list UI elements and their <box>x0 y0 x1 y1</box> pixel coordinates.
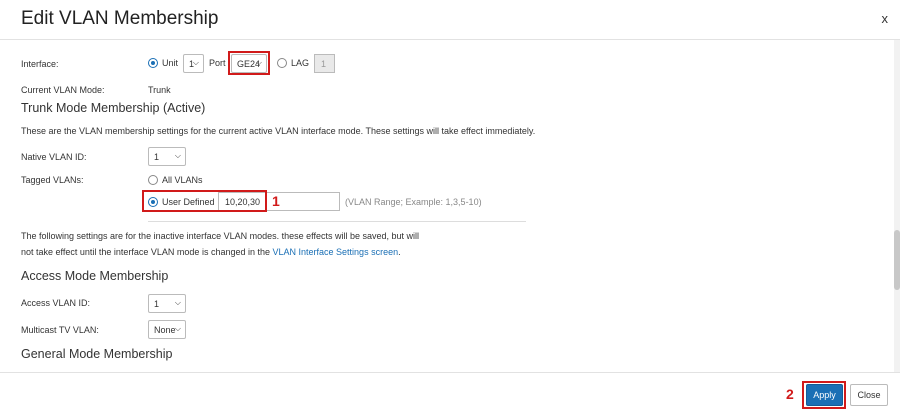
general-heading: General Mode Membership <box>21 347 173 361</box>
port-label: Port <box>209 58 226 68</box>
close-icon[interactable]: x <box>882 11 889 26</box>
edit-vlan-membership-dialog: Edit VLAN Membership x Interface: Unit 1… <box>0 0 900 418</box>
multicast-tv-vlan-select[interactable]: None ⌵ <box>148 320 186 339</box>
inactive-note-line2: not take effect until the interface VLAN… <box>21 247 401 257</box>
step-2-marker: 2 <box>786 386 794 402</box>
trunk-heading: Trunk Mode Membership (Active) <box>21 101 206 115</box>
scrollbar[interactable] <box>894 40 900 372</box>
native-vlan-value: 1 <box>154 152 160 162</box>
user-defined-highlight-box <box>142 190 267 212</box>
multicast-tv-vlan-value: None <box>154 325 176 335</box>
all-vlans-label: All VLANs <box>162 175 203 185</box>
chevron-down-icon: ⌵ <box>174 151 181 160</box>
interface-label: Interface: <box>21 59 59 69</box>
chevron-down-icon: ⌵ <box>174 324 181 333</box>
lag-radio[interactable] <box>277 58 287 68</box>
chevron-down-icon: ⌵ <box>174 298 181 307</box>
access-vlan-select[interactable]: 1 ⌵ <box>148 294 186 313</box>
apply-highlight-box <box>802 381 846 409</box>
tagged-vlans-label: Tagged VLANs: <box>21 175 84 185</box>
current-vlan-mode-value: Trunk <box>148 85 171 95</box>
dialog-header: Edit VLAN Membership x <box>0 0 900 40</box>
lag-input: 1 <box>314 54 335 73</box>
access-vlan-value: 1 <box>154 299 160 309</box>
dialog-body: Interface: Unit 1 ⌵ Port GE24 ⌵ LAG 1 Curr… <box>0 40 900 372</box>
native-vlan-label: Native VLAN ID: <box>21 152 87 162</box>
section-divider <box>148 221 526 222</box>
unit-label: Unit <box>162 58 179 68</box>
all-vlans-radio[interactable] <box>148 175 158 185</box>
lag-label: LAG <box>291 58 310 68</box>
vlan-interface-settings-link[interactable]: VLAN Interface Settings screen <box>273 247 399 257</box>
trunk-description: These are the VLAN membership settings f… <box>21 126 536 136</box>
close-button[interactable]: Close <box>850 384 888 406</box>
port-highlight-box <box>228 51 270 75</box>
dialog-title: Edit VLAN Membership <box>21 8 219 29</box>
native-vlan-select[interactable]: 1 ⌵ <box>148 147 186 166</box>
current-vlan-mode-label: Current VLAN Mode: <box>21 85 105 95</box>
dialog-footer: 2 Apply Close <box>0 372 900 418</box>
multicast-tv-vlan-label: Multicast TV VLAN: <box>21 325 99 335</box>
vlan-range-hint: (VLAN Range; Example: 1,3,5-10) <box>345 197 482 207</box>
inactive-note-prefix: not take effect until the interface VLAN… <box>21 247 270 257</box>
access-vlan-label: Access VLAN ID: <box>21 298 91 308</box>
unit-select[interactable]: 1 ⌵ <box>183 54 204 73</box>
step-1-marker: 1 <box>272 193 280 209</box>
inactive-note-suffix: . <box>398 247 401 257</box>
access-heading: Access Mode Membership <box>21 269 169 283</box>
scrollbar-thumb[interactable] <box>894 230 900 290</box>
unit-radio[interactable] <box>148 58 158 68</box>
chevron-down-icon: ⌵ <box>192 58 199 67</box>
inactive-note-line1: The following settings are for the inact… <box>21 231 420 241</box>
